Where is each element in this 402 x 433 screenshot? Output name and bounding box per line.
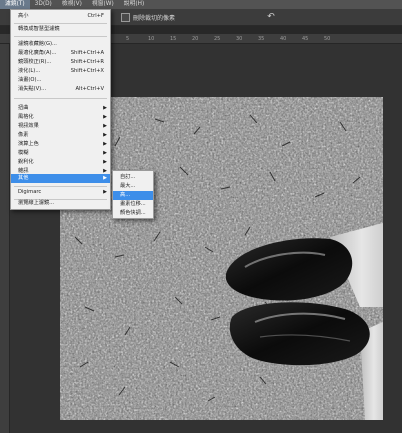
submenu-item-offset[interactable]: 畫素位移... — [113, 200, 153, 209]
other-submenu: 自訂... 最大... 高... 畫素位移... 顏色快調... — [112, 170, 154, 219]
menu-separator — [14, 98, 107, 99]
submenu-item-hsb[interactable]: 顏色快調... — [113, 209, 153, 218]
menu-separator — [14, 36, 107, 37]
ruler-tick: 15 — [170, 36, 177, 42]
menu-item-convert-smart-filter[interactable]: 轉換成智慧型濾鏡 — [11, 25, 110, 34]
menu-window[interactable]: 視窗(W) — [87, 0, 119, 9]
menu-item-stylize[interactable]: 風格化 ▶ — [11, 113, 110, 122]
submenu-arrow-icon: ▶ — [103, 150, 107, 156]
menu-item-vanishing-point[interactable]: 消失點(V)... Alt+Ctrl+V — [11, 85, 110, 94]
delete-cropped-pixels-label: 刪除裁切的像素 — [133, 15, 176, 22]
menu-item-sharpen[interactable]: 銳利化 ▶ — [11, 158, 110, 167]
menu-item-filter-gallery[interactable]: 濾鏡收藏館(G)... — [11, 40, 110, 49]
menu-view[interactable]: 檢視(V) — [57, 0, 87, 9]
submenu-arrow-icon: ▶ — [103, 159, 107, 165]
submenu-arrow-icon: ▶ — [103, 114, 107, 120]
menu-filter[interactable]: 濾鏡(T) — [0, 0, 30, 9]
submenu-arrow-icon: ▶ — [103, 141, 107, 147]
ruler-tick: 50 — [324, 36, 331, 42]
ruler-tick: 20 — [192, 36, 199, 42]
menu-item-distort[interactable]: 扭曲 ▶ — [11, 104, 110, 113]
ruler-tick: 10 — [148, 36, 155, 42]
submenu-item-custom[interactable]: 自訂... — [113, 173, 153, 182]
ruler-tick: 30 — [236, 36, 243, 42]
menu-item-browse-filters-online[interactable]: 瀏覽線上濾鏡... — [11, 199, 110, 208]
menu-item-other[interactable]: 其他 ▶ — [11, 174, 110, 183]
menu-separator — [14, 23, 107, 24]
ruler-tick: 45 — [302, 36, 309, 42]
delete-cropped-pixels-checkbox[interactable] — [121, 13, 130, 22]
menu-3d[interactable]: 3D(D) — [30, 0, 57, 9]
menu-item-pixelate[interactable]: 像素 ▶ — [11, 131, 110, 140]
menu-bar: 濾鏡(T) 3D(D) 檢視(V) 視窗(W) 說明(H) — [0, 0, 402, 9]
ruler-tick: 5 — [126, 36, 130, 42]
menu-item-oil-paint[interactable]: 油畫(O)... — [11, 76, 110, 85]
vertical-ruler — [0, 44, 10, 433]
submenu-arrow-icon: ▶ — [103, 189, 107, 195]
ruler-tick: 40 — [280, 36, 287, 42]
menu-item-last-filter[interactable]: 高小 Ctrl+F — [11, 12, 110, 21]
menu-item-video[interactable]: 視訊效果 ▶ — [11, 122, 110, 131]
submenu-arrow-icon: ▶ — [103, 132, 107, 138]
filter-menu: 高小 Ctrl+F 轉換成智慧型濾鏡 濾鏡收藏館(G)... 最適化廣角(A).… — [10, 9, 111, 210]
menu-item-blur[interactable]: 模糊 ▶ — [11, 149, 110, 158]
submenu-item-high-pass[interactable]: 高... — [113, 191, 153, 200]
menu-help[interactable]: 說明(H) — [119, 0, 149, 9]
submenu-arrow-icon: ▶ — [103, 175, 107, 181]
menu-separator — [14, 186, 107, 187]
undo-icon[interactable]: ↶ — [266, 12, 276, 22]
menu-item-lens-correction[interactable]: 鏡頭校正(R)... Shift+Ctrl+R — [11, 58, 110, 67]
ruler-tick: 35 — [258, 36, 265, 42]
menu-item-adaptive-wide-angle[interactable]: 最適化廣角(A)... Shift+Ctrl+A — [11, 49, 110, 58]
menu-item-liquify[interactable]: 液化(L)... Shift+Ctrl+X — [11, 67, 110, 76]
submenu-item-maximum[interactable]: 最大... — [113, 182, 153, 191]
submenu-arrow-icon: ▶ — [103, 123, 107, 129]
menu-item-render[interactable]: 演算上色 ▶ — [11, 140, 110, 149]
menu-item-digimarc[interactable]: Digimarc ▶ — [11, 188, 110, 197]
ruler-tick: 25 — [214, 36, 221, 42]
submenu-arrow-icon: ▶ — [103, 105, 107, 111]
